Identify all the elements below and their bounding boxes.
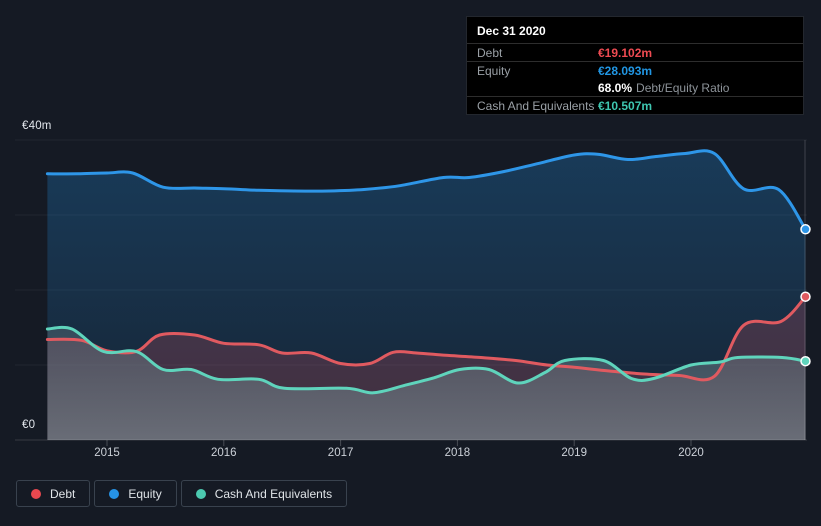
legend: Debt Equity Cash And Equivalents <box>16 480 348 507</box>
legend-item-debt[interactable]: Debt <box>16 480 91 507</box>
tooltip-row-debt: Debt €19.102m <box>467 43 803 61</box>
tooltip: Dec 31 2020 Debt €19.102m Equity €28.093… <box>466 16 804 115</box>
x-tick-label-2020: 2020 <box>678 447 704 459</box>
legend-dot-icon <box>109 488 120 499</box>
chart-panel: €40m €0 2015 2016 2017 2018 2019 2020 Dec 31 … <box>0 0 821 526</box>
tooltip-cash-value: €10.507m <box>598 98 653 113</box>
tooltip-cash-label: Cash And Equivalents <box>477 98 595 113</box>
marker-debt <box>800 291 811 302</box>
x-tick-label-2015: 2015 <box>94 447 120 459</box>
tooltip-debt-label: Debt <box>477 45 503 60</box>
x-tick-label-2019: 2019 <box>561 447 587 459</box>
tooltip-date: Dec 31 2020 <box>477 24 546 38</box>
legend-item-cash-and-equivalents[interactable]: Cash And Equivalents <box>180 480 348 507</box>
tooltip-row-ratio: 68.0% Debt/Equity Ratio <box>467 79 803 96</box>
marker-equity <box>800 224 811 235</box>
tooltip-equity-label: Equity <box>477 63 511 78</box>
y-axis-label-0: €0 <box>22 419 36 431</box>
legend-dot-icon <box>195 488 206 499</box>
tooltip-ratio-value: 68.0% <box>598 80 633 95</box>
tooltip-row-cash: Cash And Equivalents €10.507m <box>467 96 803 114</box>
legend-label: Debt <box>50 486 76 501</box>
x-tick-label-2017: 2017 <box>327 447 354 459</box>
marker-cash-and-equivalents <box>800 355 811 367</box>
tooltip-equity-value: €28.093m <box>598 63 653 78</box>
legend-label: Equity <box>128 486 162 501</box>
tooltip-ratio-label: Debt/Equity Ratio <box>636 80 730 95</box>
legend-dot-icon <box>31 488 41 499</box>
legend-label: Cash And Equivalents <box>214 486 333 501</box>
x-tick-label-2018: 2018 <box>444 447 471 459</box>
y-axis-label-40m: €40m <box>22 120 52 132</box>
tooltip-debt-value: €19.102m <box>598 45 653 60</box>
x-tick-label-2016: 2016 <box>211 447 237 459</box>
legend-item-equity[interactable]: Equity <box>94 480 177 507</box>
tooltip-row-equity: Equity €28.093m <box>467 61 803 79</box>
